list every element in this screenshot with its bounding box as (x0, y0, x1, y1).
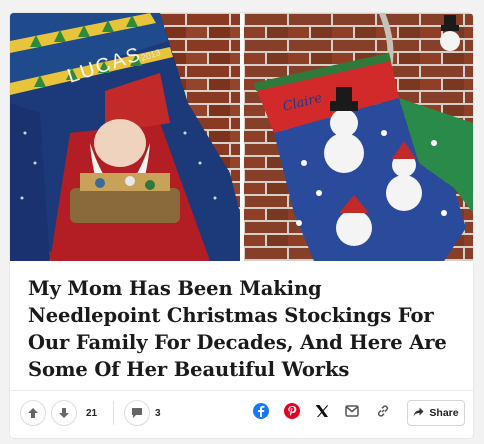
post-card: LUCAS 2013 Claire My Mom Has Been Making… (10, 13, 473, 438)
share-arrow-icon (413, 407, 424, 420)
copy-link-button[interactable] (372, 402, 394, 424)
separator (113, 401, 114, 425)
facebook-share-button[interactable] (250, 402, 272, 424)
pinterest-icon (284, 402, 300, 424)
link-icon (376, 404, 390, 423)
stocking-image-snowman[interactable]: Claire (244, 13, 473, 261)
pinterest-share-button[interactable] (281, 402, 303, 424)
post-title[interactable]: My Mom Has Been Making Needlepoint Chris… (28, 275, 458, 383)
arrow-down-icon (58, 407, 70, 419)
envelope-icon (345, 404, 359, 422)
post-actions-bar: 21 3 Share (10, 391, 473, 438)
comments-button[interactable] (124, 400, 150, 426)
post-images: LUCAS 2013 Claire (10, 13, 473, 261)
share-button[interactable]: Share (407, 400, 465, 426)
comment-bubble-icon (131, 407, 143, 419)
share-label: Share (429, 407, 459, 419)
arrow-up-icon (27, 407, 39, 419)
upvote-button[interactable] (20, 400, 46, 426)
upvote-count: 21 (86, 408, 98, 419)
facebook-icon (253, 402, 269, 424)
x-share-button[interactable] (311, 402, 333, 424)
x-icon (315, 404, 329, 423)
comment-count: 3 (155, 408, 161, 419)
email-share-button[interactable] (341, 402, 363, 424)
downvote-button[interactable] (51, 400, 77, 426)
stocking-image-lucas[interactable]: LUCAS 2013 (10, 13, 240, 261)
